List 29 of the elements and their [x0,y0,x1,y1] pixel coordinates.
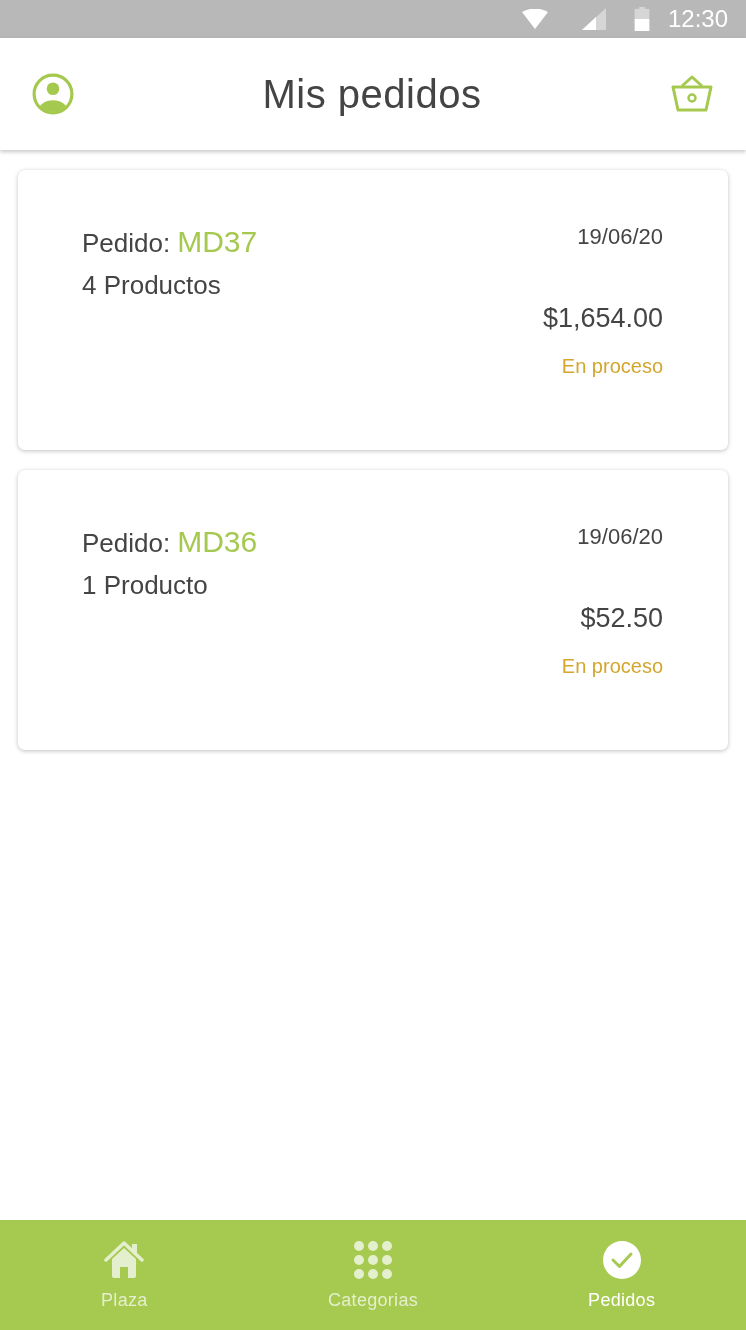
nav-tab[interactable]: Pedidos [497,1220,746,1330]
profile-button[interactable] [32,73,74,115]
product-count: 1 Producto [82,570,209,600]
order-card[interactable]: Pedido: MD37 4 Productos 19/06/20 $1,654.00 En proceso [18,170,728,450]
order-label: Pedido: [82,227,171,260]
wifi-icon [521,9,548,29]
order-total: $1,654.00 [542,302,663,334]
signal-icon [581,8,606,30]
order-code: MD36 [177,524,258,560]
nav-tab[interactable]: Plaza [0,1220,249,1330]
status-time: 12:30 [667,4,728,34]
user-icon [32,73,74,115]
basket-icon [670,74,714,114]
grid-icon [353,1240,393,1280]
nav-tab[interactable]: Categorias [248,1220,498,1330]
home-icon [104,1240,145,1280]
order-date: 19/06/20 [577,224,663,250]
order-code: MD37 [177,224,258,260]
cart-button[interactable] [670,74,714,114]
order-label: Pedido: [82,527,171,560]
screen-title: Mis pedidos [262,71,482,117]
product-count: 4 Productos [82,270,222,300]
order-status: En proceso [561,354,663,378]
order-status: En proceso [561,654,663,678]
check-circle-icon [601,1240,642,1280]
order-date: 19/06/20 [577,524,663,550]
battery-icon [633,7,650,31]
order-card[interactable]: Pedido: MD36 1 Producto 19/06/20 $52.50 En proceso [18,470,728,750]
order-total: $52.50 [580,602,663,634]
